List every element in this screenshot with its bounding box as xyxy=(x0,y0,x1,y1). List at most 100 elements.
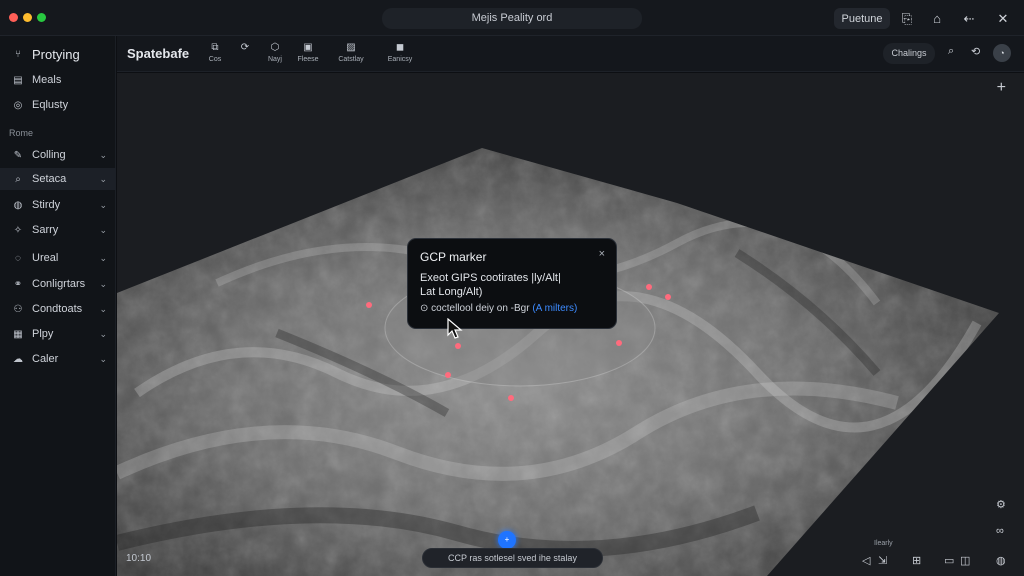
sidebar-item-label: Setaca xyxy=(32,173,67,185)
sidebar-item-stirdy[interactable]: ◍ Stirdy ⌄ xyxy=(0,194,116,216)
chevron-down-icon: ⌄ xyxy=(99,173,107,184)
sidebar-item-label: Meals xyxy=(32,74,62,86)
popup-footer: ⊙ coctellool deiy on -Bgr (A milters) xyxy=(420,303,577,314)
chevron-down-icon: ⌄ xyxy=(99,353,107,364)
sidebar-item-label: Stirdy xyxy=(32,199,61,211)
popup-footer-text: coctellool deiy on -Bgr xyxy=(431,303,530,314)
image-icon: ▨ xyxy=(346,42,356,53)
pin-icon: ◌ xyxy=(15,252,21,264)
app-brand: Spatebafe xyxy=(127,46,190,61)
avatar[interactable]: ◔ xyxy=(993,44,1011,62)
sidebar-item-label: Protying xyxy=(32,46,80,62)
chevron-down-icon: ⌄ xyxy=(99,224,107,235)
people-icon: ⚇ xyxy=(13,303,23,315)
corner-label: Ilearly xyxy=(874,540,893,547)
main-toolbar: Spatebafe ⧉ Cos ⟳ ⬡ Nayj ▣ Fleese ▨ Cats… xyxy=(117,36,1024,72)
window-titlebar: Mejis Peality ord Puetune ⎘ ⌂ ⇠ ✕ xyxy=(0,0,1024,36)
sidebar-item-meals[interactable]: ▤ Meals xyxy=(0,69,116,91)
sidebar-section-label: Rome xyxy=(9,128,34,138)
maximize-window-button[interactable] xyxy=(37,13,46,22)
hexagon-icon: ⬡ xyxy=(270,42,280,53)
tool-eanicsy[interactable]: ◼ Eanicsy xyxy=(380,42,420,63)
grid-icon: ▦ xyxy=(13,328,23,340)
sidebar-item-ureal[interactable]: ◌ Ureal ⌄ xyxy=(0,247,116,269)
expand-icon[interactable]: ⇲ xyxy=(878,554,887,567)
close-window-button[interactable] xyxy=(9,13,18,22)
fork-icon: ⑂ xyxy=(15,48,21,60)
gcp-marker-popup: GCP marker × Exeot GIPS cootirates |ly/A… xyxy=(407,238,617,329)
layers-icon: ▣ xyxy=(303,42,313,53)
document-icon: ▤ xyxy=(13,74,23,86)
primary-action-button[interactable]: Puetune xyxy=(834,8,890,29)
target-icon: ◎ xyxy=(13,99,23,111)
minimize-window-button[interactable] xyxy=(23,13,32,22)
tool-catstlay[interactable]: ▨ Catstlay xyxy=(331,42,371,63)
tool-label: Eanicsy xyxy=(387,56,413,63)
window-controls xyxy=(9,13,46,22)
sidebar-item-label: Sarry xyxy=(32,224,59,236)
sidebar-item-label: Ureal xyxy=(32,252,59,264)
star-icon: ✧ xyxy=(13,224,23,236)
gcp-add-button[interactable]: + xyxy=(498,531,516,549)
sidebar-item-label: Eqlusty xyxy=(32,99,69,111)
grid-icon[interactable]: ⊞ xyxy=(912,554,921,567)
info-icon: ⊙ xyxy=(420,303,432,314)
chevron-down-icon: ⌄ xyxy=(99,303,107,314)
chevron-down-icon: ⌄ xyxy=(99,278,107,289)
brush-icon: ✎ xyxy=(13,149,23,161)
tool-fleese[interactable]: ▣ Fleese xyxy=(288,42,328,63)
sidebar-item-condtoats[interactable]: ⚇ Condtoats ⌄ xyxy=(0,298,116,320)
sidebar-item-label: Condtoats xyxy=(32,303,83,315)
globe-icon: ◍ xyxy=(13,199,23,211)
sidebar-item-sarry[interactable]: ✧ Sarry ⌄ xyxy=(0,219,116,241)
back-icon[interactable]: ◁ xyxy=(862,554,870,567)
mouse-cursor-icon xyxy=(447,318,463,339)
sidebar-item-label: Caler xyxy=(32,353,59,365)
frame-icon: ⧉ xyxy=(211,42,219,53)
popup-text: Exeot GIPS cootirates |ly/Alt| xyxy=(420,272,561,284)
refresh-icon[interactable]: ⟲ xyxy=(971,45,980,58)
box-icon: ◼ xyxy=(395,42,405,53)
chevron-down-icon: ⌄ xyxy=(99,328,107,339)
sidebar-item-label: Conligrtars xyxy=(32,278,86,290)
settings-icon[interactable]: ⚙ xyxy=(996,498,1006,511)
cloud-icon: ☁ xyxy=(13,353,23,365)
tool-label: Nayj xyxy=(267,56,282,63)
left-sidebar: ⑂ Protying ▤ Meals ◎ Eqlusty Rome ✎ Coll… xyxy=(0,36,116,576)
sidebar-item-colling[interactable]: ✎ Colling ⌄ xyxy=(0,144,116,166)
panel-icon[interactable]: ◫ xyxy=(960,554,970,567)
add-icon[interactable]: + xyxy=(997,79,1006,97)
popup-footer-link[interactable]: (A milters) xyxy=(532,303,577,314)
sidebar-item-eqlusty[interactable]: ◎ Eqlusty xyxy=(0,94,116,116)
chevron-down-icon: ⌄ xyxy=(99,199,107,210)
close-icon[interactable]: × xyxy=(599,248,605,260)
search-icon[interactable]: ⌕ xyxy=(948,45,954,58)
chevron-down-icon: ⌄ xyxy=(99,252,107,263)
globe-icon[interactable]: ◍ xyxy=(996,554,1006,567)
link-icon[interactable]: ∞ xyxy=(996,525,1004,537)
chat-icon[interactable]: ▭ xyxy=(944,554,954,567)
popup-title: GCP marker xyxy=(420,250,487,264)
back-icon[interactable]: ⇠ xyxy=(958,8,980,29)
popup-text: Lat Long/Alt) xyxy=(420,286,483,298)
sidebar-item-label: Colling xyxy=(32,149,66,161)
sidebar-item-plpy[interactable]: ▦ Plpy ⌄ xyxy=(0,323,116,345)
share-icon[interactable]: ⎘ xyxy=(896,8,918,29)
sidebar-item-caler[interactable]: ☁ Caler ⌄ xyxy=(0,348,116,370)
home-icon[interactable]: ⌂ xyxy=(926,8,948,29)
tool-label: Cos xyxy=(208,56,222,63)
status-toast: CCP ras sotlesel sved ihe stalay xyxy=(422,548,603,568)
sidebar-item-setaca[interactable]: ⌕ Setaca ⌄ xyxy=(0,168,116,190)
settings-button[interactable]: Chalings xyxy=(883,43,935,64)
sidebar-item-protying[interactable]: ⑂ Protying xyxy=(0,43,116,65)
sidebar-item-label: Plpy xyxy=(32,328,54,340)
sidebar-item-conligrtars[interactable]: ⚭ Conligrtars ⌄ xyxy=(0,273,116,295)
chevron-down-icon: ⌄ xyxy=(99,149,107,160)
search-icon: ⌕ xyxy=(15,173,21,185)
refresh-icon: ⟳ xyxy=(240,42,250,53)
link-icon: ⚭ xyxy=(13,278,23,290)
tool-label: Catstlay xyxy=(338,56,364,63)
window-title: Mejis Peality ord xyxy=(382,8,642,29)
time-readout: 10:10 xyxy=(126,553,152,564)
close-icon[interactable]: ✕ xyxy=(992,8,1014,29)
